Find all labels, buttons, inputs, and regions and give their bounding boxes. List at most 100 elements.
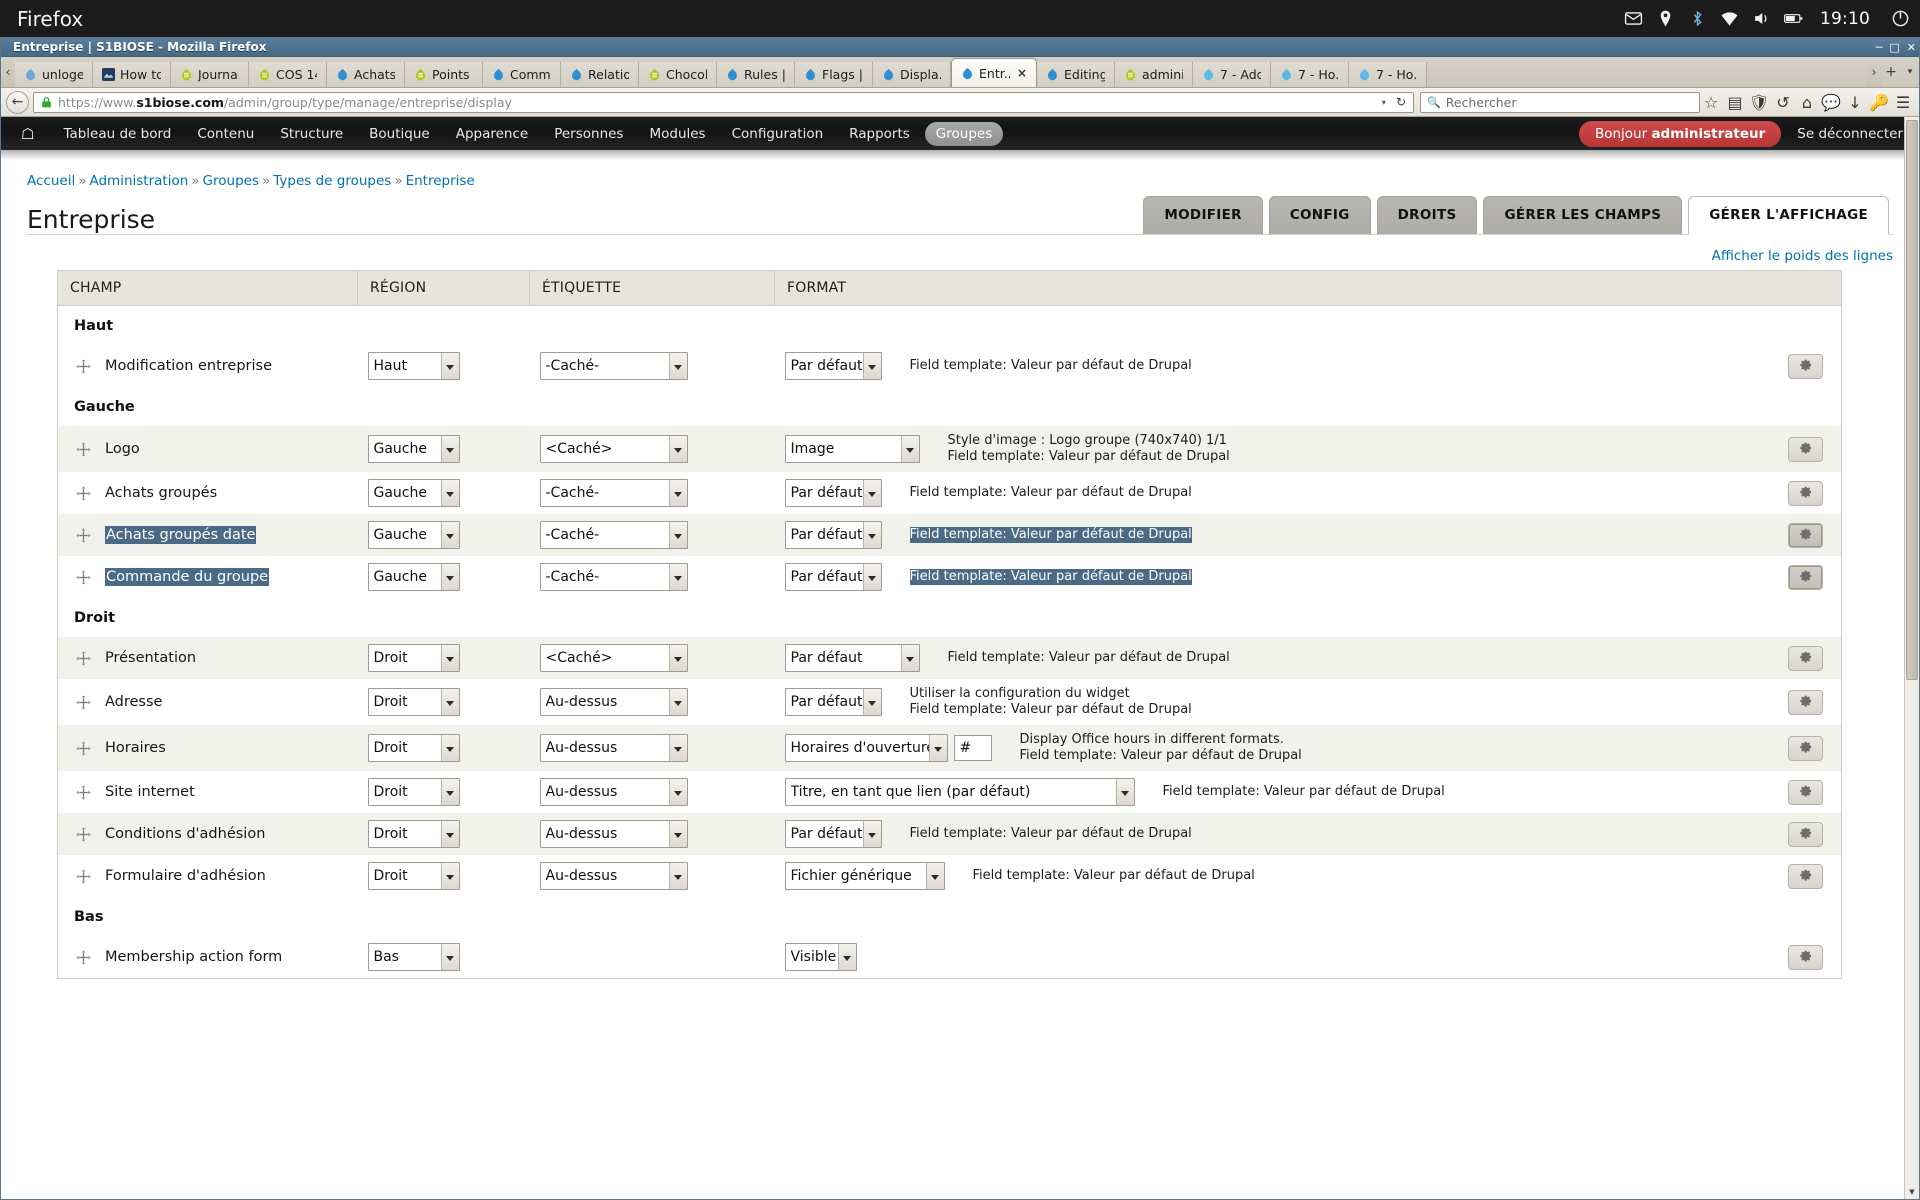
download-icon[interactable]: ↓	[1844, 91, 1866, 113]
url-bar[interactable]: https://www.s1biose.com/admin/group/type…	[33, 91, 1414, 113]
table-row[interactable]: Membership action form Bas Visible	[57, 936, 1842, 979]
field-settings-button[interactable]	[1788, 564, 1823, 590]
browser-tab[interactable]: How to...	[93, 62, 171, 87]
reload-icon[interactable]: ↻	[1392, 95, 1410, 109]
format-select[interactable]: Image	[784, 435, 920, 463]
volume-icon[interactable]	[1752, 9, 1771, 28]
home-icon[interactable]: ⌂	[1796, 91, 1818, 113]
browser-tab[interactable]: Rules |...	[717, 62, 795, 87]
field-settings-button[interactable]	[1788, 821, 1823, 847]
admin-menu-item-groupes[interactable]: Groupes	[924, 121, 1004, 146]
format-select[interactable]: Visible	[784, 943, 857, 971]
region-select[interactable]: Droit	[367, 820, 460, 848]
drag-handle-icon[interactable]	[76, 826, 91, 842]
field-settings-button[interactable]	[1788, 863, 1823, 889]
region-select[interactable]: Droit	[367, 778, 460, 806]
row-weights-link[interactable]: Afficher le poids des lignes	[1712, 248, 1893, 264]
format-select[interactable]: Par défaut	[784, 644, 920, 672]
primary-tab-config[interactable]: CONFIG	[1268, 196, 1371, 234]
format-extra-input[interactable]	[953, 735, 992, 761]
admin-menu-item-apparence[interactable]: Apparence	[445, 122, 540, 146]
region-select[interactable]: Droit	[367, 644, 460, 672]
label-select[interactable]: <Caché>	[539, 644, 688, 672]
field-settings-button[interactable]	[1788, 735, 1823, 761]
region-select[interactable]: Droit	[367, 688, 460, 716]
table-row[interactable]: Achats groupés date Gauche -Caché- Par défa…	[57, 514, 1842, 556]
admin-menu-item-contenu[interactable]: Contenu	[186, 122, 265, 146]
new-tab-button[interactable]: +	[1881, 57, 1901, 87]
close-button[interactable]: ✕	[1907, 38, 1916, 57]
scroll-down-arrow-icon[interactable]: ▼	[1905, 1184, 1919, 1199]
power-icon[interactable]	[1891, 9, 1910, 28]
region-select[interactable]: Gauche	[367, 563, 460, 591]
region-select[interactable]: Bas	[367, 943, 460, 971]
admin-menu-item-rapports[interactable]: Rapports	[838, 122, 921, 146]
drag-handle-icon[interactable]	[76, 569, 91, 585]
table-row[interactable]: Commande du groupe Gauche -Caché- Par défau…	[57, 556, 1842, 598]
battery-icon[interactable]	[1784, 9, 1803, 28]
label-select[interactable]: <Caché>	[539, 435, 688, 463]
label-select[interactable]: -Caché-	[539, 479, 688, 507]
drag-handle-icon[interactable]	[76, 650, 91, 666]
label-select[interactable]: Au-dessus	[539, 820, 688, 848]
region-select[interactable]: Gauche	[367, 521, 460, 549]
browser-tab[interactable]: Flags | ...	[795, 62, 873, 87]
breadcrumb-link-groupes[interactable]: Groupes	[203, 173, 259, 189]
mail-icon[interactable]	[1624, 9, 1643, 28]
browser-tab[interactable]: Journal...	[171, 62, 249, 87]
format-select[interactable]: Par défaut	[784, 688, 882, 716]
tab-scroll-right-button[interactable]: ›	[1867, 57, 1881, 87]
tab-close-icon[interactable]: ×	[1017, 66, 1027, 80]
field-settings-button[interactable]	[1788, 480, 1823, 506]
primary-tab-droits[interactable]: DROITS	[1376, 196, 1478, 234]
label-select[interactable]: Au-dessus	[539, 688, 688, 716]
table-row[interactable]: Modification entreprise Haut -Caché- Par dé…	[57, 345, 1842, 387]
drag-handle-icon[interactable]	[76, 868, 91, 884]
format-select[interactable]: Par défaut	[784, 479, 882, 507]
browser-tab[interactable]: Achats...	[327, 62, 405, 87]
browser-tab[interactable]: COS 14...	[249, 62, 327, 87]
browser-tab[interactable]: Editing...	[1037, 62, 1115, 87]
scrollbar-thumb[interactable]	[1906, 120, 1918, 680]
field-settings-button[interactable]	[1788, 522, 1823, 548]
table-row[interactable]: Adresse Droit Au-dessus Par défaut Utiliser …	[57, 679, 1842, 725]
region-select[interactable]: Droit	[367, 862, 460, 890]
format-select[interactable]: Par défaut	[784, 563, 882, 591]
browser-tab[interactable]: Points ...	[405, 62, 483, 87]
search-bar[interactable]: 🔍 Rechercher	[1420, 91, 1700, 113]
label-select[interactable]: -Caché-	[539, 563, 688, 591]
browser-tab[interactable]: Comm...	[483, 62, 561, 87]
drag-handle-icon[interactable]	[76, 784, 91, 800]
format-select[interactable]: Titre, en tant que lien (par défaut)	[784, 778, 1135, 806]
field-settings-button[interactable]	[1788, 944, 1823, 970]
maximize-button[interactable]: □	[1889, 38, 1899, 57]
table-row[interactable]: Conditions d'adhésion Droit Au-dessus Par d…	[57, 813, 1842, 855]
drag-handle-icon[interactable]	[76, 527, 91, 543]
browser-tab-active[interactable]: Entr... ×	[951, 58, 1037, 87]
admin-menu-item-structure[interactable]: Structure	[269, 122, 354, 146]
drag-handle-icon[interactable]	[76, 358, 91, 374]
page-vertical-scrollbar[interactable]: ▲ ▼	[1904, 117, 1919, 1199]
browser-tab[interactable]: Chocol...	[639, 62, 717, 87]
primary-tab-g-rer-l-affichage[interactable]: GÉRER L'AFFICHAGE	[1688, 196, 1889, 235]
region-select[interactable]: Haut	[367, 352, 460, 380]
field-settings-button[interactable]	[1788, 353, 1823, 379]
breadcrumb-link-administration[interactable]: Administration	[89, 173, 188, 189]
shield-icon[interactable]: 🛡	[1748, 91, 1770, 113]
table-row[interactable]: Horaires Droit Au-dessus Horaires d'ouvertu…	[57, 725, 1842, 771]
table-row[interactable]: Site internet Droit Au-dessus Titre, en tan…	[57, 771, 1842, 813]
location-icon[interactable]	[1656, 9, 1675, 28]
field-settings-button[interactable]	[1788, 645, 1823, 671]
table-row[interactable]: Achats groupés Gauche -Caché- Par défaut Fie…	[57, 472, 1842, 514]
primary-tab-g-rer-les-champs[interactable]: GÉRER LES CHAMPS	[1483, 196, 1683, 234]
label-select[interactable]: Au-dessus	[539, 734, 688, 762]
table-row[interactable]: Logo Gauche <Caché> Image Style d'image : Lo…	[57, 426, 1842, 472]
tab-list-dropdown-button[interactable]: ▾	[1901, 57, 1919, 87]
format-select[interactable]: Par défaut	[784, 521, 882, 549]
region-select[interactable]: Droit	[367, 734, 460, 762]
browser-tab[interactable]: Relatio...	[561, 62, 639, 87]
drag-handle-icon[interactable]	[76, 949, 91, 965]
breadcrumb-link-accueil[interactable]: Accueil	[27, 173, 75, 189]
menu-icon[interactable]: ☰	[1892, 91, 1914, 113]
format-select[interactable]: Par défaut	[784, 820, 882, 848]
